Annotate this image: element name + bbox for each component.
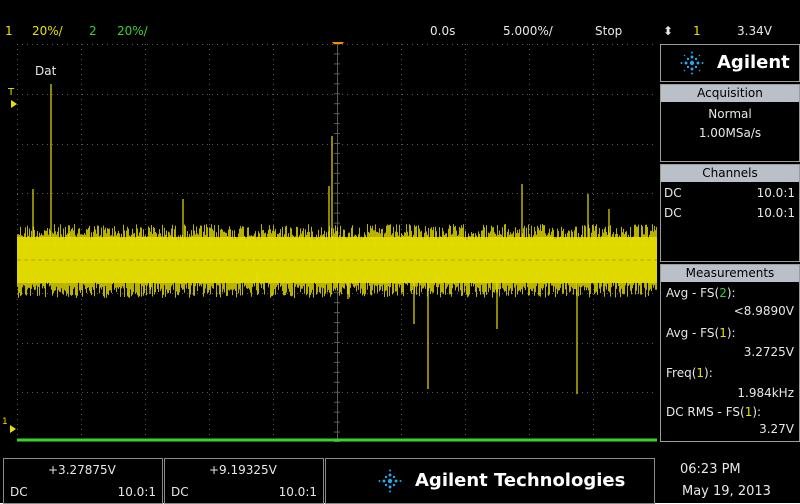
time-offset[interactable]: 0.0s <box>430 24 455 38</box>
agilent-spark-icon <box>378 469 402 493</box>
ch2-coupling: DC <box>664 206 682 220</box>
trigger-level[interactable]: 3.34V <box>737 24 772 38</box>
ch2-value: +9.19325V <box>209 463 277 477</box>
sample-rate: 1.00MSa/s <box>698 126 762 140</box>
timebase[interactable]: 5.000%/ <box>503 24 553 38</box>
ch2-ratio-bottom: 10.0:1 <box>278 485 317 499</box>
measurement-value: <8.9890V <box>733 304 794 318</box>
measurement-value: 1.984kHz <box>737 386 794 400</box>
ch1-value: +3.27875V <box>48 463 116 477</box>
clock-date: May 19, 2013 <box>682 484 771 499</box>
measurement-label: DC RMS - FS(1): <box>666 405 762 419</box>
acquisition-mode: Normal <box>708 107 752 121</box>
measurement-value: 3.27V <box>759 422 794 436</box>
waveform-display[interactable]: Dat <box>17 44 657 442</box>
trigger-channel[interactable]: 1 <box>693 24 701 38</box>
clock-time: 06:23 PM <box>680 462 741 477</box>
brand-footer-text: Agilent Technologies <box>415 470 626 491</box>
ch1-ground-marker-icon <box>10 425 16 433</box>
bottom-bar: +3.27875V DC 10.0:1 +9.19325V DC 10.0:1 <box>0 455 800 504</box>
measurement-label: Freq(1): <box>666 366 713 380</box>
ch1-noise-band <box>17 237 657 283</box>
ch1-ratio-bottom: 10.0:1 <box>117 485 156 499</box>
measurements-box[interactable]: Measurements Avg - FS(2): <8.9890V Avg -… <box>660 264 800 442</box>
ch2-number[interactable]: 2 <box>89 24 97 38</box>
measurement-value: 3.2725V <box>743 345 794 359</box>
ch1-probe-ratio: 10.0:1 <box>756 186 795 200</box>
ch2-scale[interactable]: 20%/ <box>117 24 148 38</box>
acquisition-header: Acquisition <box>661 85 799 102</box>
acquisition-box[interactable]: Acquisition Normal 1.00MSa/s <box>660 84 800 162</box>
ch1-number[interactable]: 1 <box>5 24 13 38</box>
run-state[interactable]: Stop <box>595 24 622 38</box>
ch2-readout[interactable]: +9.19325V DC 10.0:1 <box>164 458 324 504</box>
ch1-scale[interactable]: 20%/ <box>32 24 63 38</box>
ch1-coupling: DC <box>664 186 682 200</box>
channels-header: Channels <box>661 165 799 182</box>
measurement-label: Avg - FS(1): <box>666 326 736 340</box>
ch2-probe-ratio: 10.0:1 <box>756 206 795 220</box>
measurements-header: Measurements <box>661 265 799 282</box>
brand-footer: Agilent Technologies <box>325 458 655 504</box>
status-bar: 1 20%/ 2 20%/ 0.0s 5.000%/ Stop ⬍ 1 3.34… <box>0 22 800 40</box>
ch2-coupling-bottom: DC <box>171 485 189 499</box>
side-panel: Agilent Acquisition Normal 1.00MSa/s Cha… <box>660 44 800 442</box>
ch1-ground-label: 1 <box>2 417 8 427</box>
ch1-readout[interactable]: +3.27875V DC 10.0:1 <box>3 458 163 504</box>
trigger-level-arrow-icon <box>11 100 17 108</box>
channels-box[interactable]: Channels DC 10.0:1 DC 10.0:1 <box>660 164 800 262</box>
graticule <box>17 44 657 442</box>
oscilloscope-screen: 1 20%/ 2 20%/ 0.0s 5.000%/ Stop ⬍ 1 3.34… <box>0 0 800 504</box>
trigger-slope-icon: ⬍ <box>663 24 674 38</box>
brand-box: Agilent <box>660 44 800 82</box>
measurement-label: Avg - FS(2): <box>666 286 736 300</box>
trigger-level-marker: T <box>8 87 15 98</box>
brand-name: Agilent <box>717 52 790 73</box>
ch1-coupling-bottom: DC <box>10 485 28 499</box>
ch2-label: Dat <box>35 64 57 78</box>
agilent-spark-icon <box>680 51 704 75</box>
